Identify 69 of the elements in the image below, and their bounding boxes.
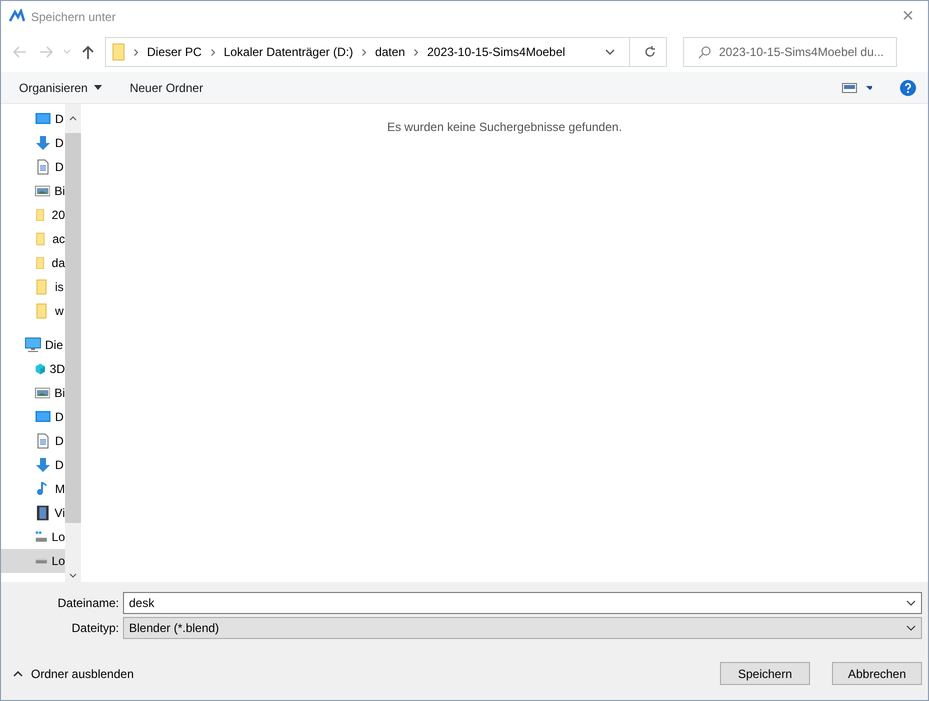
picture-icon: [35, 385, 50, 401]
breadcrumb[interactable]: Lokaler Datenträger (D:): [224, 45, 354, 59]
cube-icon: [35, 361, 46, 377]
scroll-up-icon[interactable]: [69, 116, 77, 121]
document-icon: [35, 433, 51, 449]
dropdown-icon[interactable]: [605, 49, 615, 55]
folder-icon: [112, 43, 125, 61]
help-icon[interactable]: [900, 80, 916, 96]
download-icon: [35, 457, 51, 473]
monitor-icon: [35, 409, 51, 425]
tree-item[interactable]: Die: [1, 333, 65, 357]
address-bar[interactable]: Dieser PC Lokaler Datenträger (D:) daten 2023-10-15-Sims4Moebel: [105, 37, 667, 67]
caret-icon: [94, 85, 102, 90]
caret-up-icon: [13, 670, 23, 676]
film-icon: [35, 505, 51, 521]
tree-item[interactable]: w: [1, 299, 65, 323]
filetype-dropdown[interactable]: Blender (*.blend): [123, 617, 922, 639]
tree-item[interactable]: Bi: [1, 179, 65, 203]
scroll-down-icon[interactable]: [69, 573, 77, 578]
tree-item[interactable]: is: [1, 275, 65, 299]
download-icon: [35, 135, 51, 151]
hide-folders-toggle[interactable]: Ordner ausblenden: [13, 666, 698, 680]
computer-icon: [25, 337, 41, 353]
monitor-icon: [35, 111, 51, 127]
organize-menu[interactable]: Organisieren: [19, 80, 102, 94]
document-icon: [35, 159, 51, 175]
tree-item[interactable]: ac: [1, 227, 65, 251]
refresh-icon[interactable]: [644, 46, 656, 58]
view-icon[interactable]: [842, 82, 872, 92]
tree-item[interactable]: D: [1, 429, 65, 453]
breadcrumb[interactable]: daten: [375, 45, 406, 59]
close-button[interactable]: ×: [888, 5, 928, 28]
filename-value: desk: [129, 596, 156, 610]
dropdown-icon: [906, 625, 916, 631]
filetype-label: Dateityp:: [70, 621, 120, 635]
tree-item[interactable]: 3D: [1, 357, 65, 381]
picture-icon: [35, 183, 50, 199]
tree-item[interactable]: D: [1, 155, 65, 179]
scrollbar[interactable]: [65, 104, 81, 582]
tree-item[interactable]: D: [1, 453, 65, 477]
chevron-icon: [210, 48, 215, 56]
search-field[interactable]: 2023-10-15-Sims4Moebel du...: [683, 37, 897, 67]
tree-item[interactable]: D: [1, 405, 65, 429]
tree-item[interactable]: 20: [1, 203, 65, 227]
chevron-icon: [134, 48, 138, 56]
search-placeholder: 2023-10-15-Sims4Moebel du...: [719, 45, 884, 59]
tree-item[interactable]: M: [1, 477, 65, 501]
tree-item[interactable]: D: [1, 107, 65, 131]
breadcrumb[interactable]: Dieser PC: [147, 45, 202, 59]
tree-item[interactable]: Vi: [1, 501, 65, 525]
drive-icon: [35, 558, 48, 564]
chevron-icon: [414, 48, 418, 56]
tree-item[interactable]: Lo: [1, 549, 65, 573]
breadcrumb[interactable]: 2023-10-15-Sims4Moebel: [427, 45, 566, 59]
filename-field[interactable]: desk: [123, 592, 922, 614]
empty-message: Es wurden keine Suchergebnisse gefunden.: [387, 120, 622, 136]
chevron-icon: [362, 48, 366, 56]
filename-label: Dateiname:: [56, 596, 120, 610]
tree-item[interactable]: Bi: [1, 381, 65, 405]
dropdown-icon[interactable]: [906, 600, 916, 606]
cancel-button[interactable]: Abbrechen: [832, 662, 922, 685]
window-title: Speichern unter: [31, 10, 117, 24]
tree-item[interactable]: D: [1, 131, 65, 155]
tree-item[interactable]: Lo: [1, 525, 65, 549]
search-icon: [698, 46, 711, 58]
new-folder-button[interactable]: Neuer Ordner: [130, 80, 204, 94]
app-logo-icon: [9, 8, 25, 24]
save-button[interactable]: Speichern: [720, 662, 810, 685]
tree-item[interactable]: da: [1, 251, 65, 275]
